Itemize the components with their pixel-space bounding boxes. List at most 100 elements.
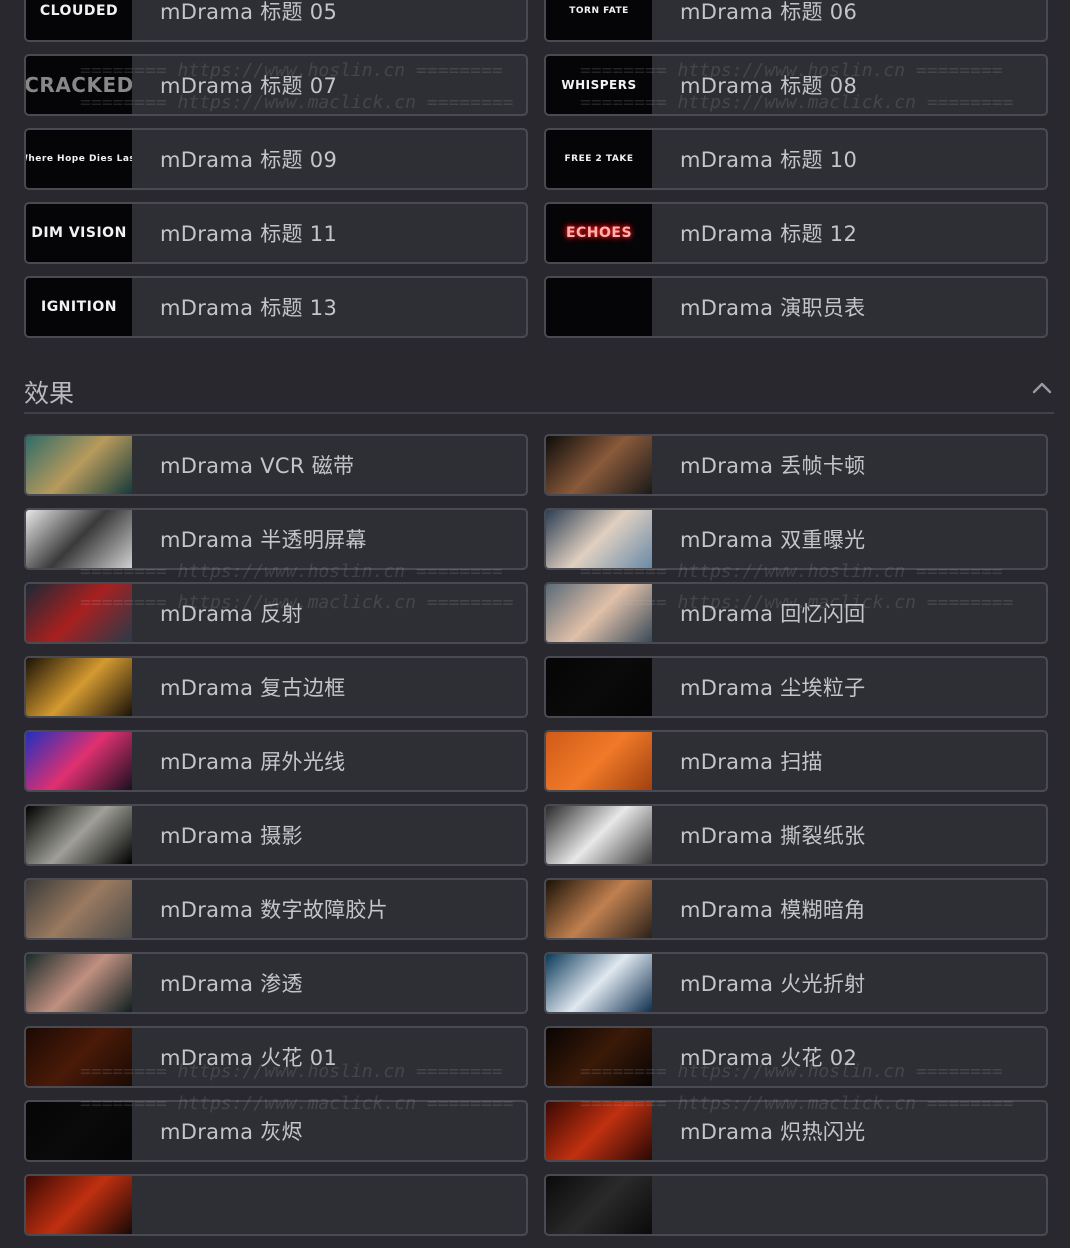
title-card[interactable]: TORN FATE mDrama 标题 06 bbox=[544, 0, 1048, 42]
effect-thumbnail bbox=[26, 584, 132, 642]
title-thumbnail: FREE 2 TAKE bbox=[546, 130, 652, 188]
effect-label: mDrama 炽热闪光 bbox=[680, 1120, 866, 1144]
title-card[interactable]: mDrama 演职员表 bbox=[544, 276, 1048, 338]
thumbnail-title-text: WHISPERS bbox=[561, 78, 637, 92]
title-card[interactable]: WHISPERS mDrama 标题 08 bbox=[544, 54, 1048, 116]
chevron-up-icon[interactable] bbox=[1032, 380, 1052, 394]
effect-card[interactable]: mDrama 回忆闪回 bbox=[544, 582, 1048, 644]
effect-thumbnail bbox=[26, 954, 132, 1012]
title-card[interactable]: DIM VISION mDrama 标题 11 bbox=[24, 202, 528, 264]
effect-row: mDrama 数字故障胶片 mDrama 模糊暗角 bbox=[24, 878, 1048, 940]
effect-card[interactable]: mDrama 火花 01 bbox=[24, 1026, 528, 1088]
title-card[interactable]: Where Hope Dies Last mDrama 标题 09 bbox=[24, 128, 528, 190]
thumbnail-title-text: FREE 2 TAKE bbox=[564, 154, 634, 164]
title-label: mDrama 标题 09 bbox=[160, 148, 338, 172]
effect-card[interactable]: mDrama 双重曝光 bbox=[544, 508, 1048, 570]
effect-card[interactable]: mDrama 渗透 bbox=[24, 952, 528, 1014]
title-label: mDrama 标题 05 bbox=[160, 0, 338, 24]
effect-thumbnail bbox=[26, 658, 132, 716]
effect-row: mDrama 复古边框 mDrama 尘埃粒子 bbox=[24, 656, 1048, 718]
effects-grid: mDrama VCR 磁带 mDrama 丢帧卡顿 mDrama 半透明屏幕 mDra… bbox=[24, 434, 1048, 1248]
title-label: mDrama 标题 11 bbox=[160, 222, 338, 246]
effect-card[interactable]: mDrama 复古边框 bbox=[24, 656, 528, 718]
effect-label: mDrama 模糊暗角 bbox=[680, 898, 866, 922]
effect-card[interactable] bbox=[24, 1174, 528, 1236]
title-label: mDrama 标题 06 bbox=[680, 0, 858, 24]
effect-card[interactable]: mDrama 扫描 bbox=[544, 730, 1048, 792]
effect-thumbnail bbox=[546, 584, 652, 642]
effect-label: mDrama 撕裂纸张 bbox=[680, 824, 866, 848]
effect-card[interactable]: mDrama 撕裂纸张 bbox=[544, 804, 1048, 866]
effect-label: mDrama 火花 01 bbox=[160, 1046, 338, 1070]
effect-label: mDrama 双重曝光 bbox=[680, 528, 866, 552]
effect-card[interactable]: mDrama 反射 bbox=[24, 582, 528, 644]
title-thumbnail: CLOUDED bbox=[26, 0, 132, 40]
effect-row: mDrama 摄影 mDrama 撕裂纸张 bbox=[24, 804, 1048, 866]
effect-thumbnail bbox=[546, 658, 652, 716]
title-row: Where Hope Dies Last mDrama 标题 09 FREE 2 T… bbox=[24, 128, 1048, 190]
effect-card[interactable] bbox=[544, 1174, 1048, 1236]
effect-card[interactable]: mDrama 灰烬 bbox=[24, 1100, 528, 1162]
effect-thumbnail bbox=[546, 1176, 652, 1234]
title-card[interactable]: FREE 2 TAKE mDrama 标题 10 bbox=[544, 128, 1048, 190]
effect-label: mDrama 尘埃粒子 bbox=[680, 676, 866, 700]
thumbnail-title-text: TORN FATE bbox=[569, 6, 629, 16]
effect-thumbnail bbox=[26, 1102, 132, 1160]
effect-row: mDrama 渗透 mDrama 火光折射 bbox=[24, 952, 1048, 1014]
effect-thumbnail bbox=[26, 806, 132, 864]
effect-label: mDrama 火光折射 bbox=[680, 972, 866, 996]
effect-card[interactable]: mDrama 炽热闪光 bbox=[544, 1100, 1048, 1162]
title-card[interactable]: IGNITION mDrama 标题 13 bbox=[24, 276, 528, 338]
title-label: mDrama 标题 10 bbox=[680, 148, 858, 172]
effect-card[interactable]: mDrama 火花 02 bbox=[544, 1026, 1048, 1088]
effect-card[interactable]: mDrama VCR 磁带 bbox=[24, 434, 528, 496]
effect-row: mDrama 反射 mDrama 回忆闪回 bbox=[24, 582, 1048, 644]
effect-card[interactable]: mDrama 尘埃粒子 bbox=[544, 656, 1048, 718]
thumbnail-title-text: CRACKED bbox=[26, 73, 132, 97]
section-title: 效果 bbox=[24, 379, 75, 408]
effect-thumbnail bbox=[546, 1028, 652, 1086]
title-label: mDrama 演职员表 bbox=[680, 296, 866, 320]
effect-label: mDrama 摄影 bbox=[160, 824, 303, 848]
effect-label: mDrama 复古边框 bbox=[160, 676, 346, 700]
effects-section-header[interactable]: 效果 bbox=[24, 368, 1054, 414]
title-thumbnail: CRACKED bbox=[26, 56, 132, 114]
effect-card[interactable]: mDrama 火光折射 bbox=[544, 952, 1048, 1014]
effect-card[interactable]: mDrama 模糊暗角 bbox=[544, 878, 1048, 940]
effect-thumbnail bbox=[26, 1176, 132, 1234]
effect-card[interactable]: mDrama 数字故障胶片 bbox=[24, 878, 528, 940]
effect-thumbnail bbox=[26, 436, 132, 494]
effect-label: mDrama 灰烬 bbox=[160, 1120, 303, 1144]
thumbnail-title-text: DIM VISION bbox=[31, 225, 127, 241]
effect-row: mDrama 火花 01 mDrama 火花 02 bbox=[24, 1026, 1048, 1088]
effect-card[interactable]: mDrama 摄影 bbox=[24, 804, 528, 866]
effect-label: mDrama 扫描 bbox=[680, 750, 823, 774]
title-card[interactable]: CRACKED mDrama 标题 07 bbox=[24, 54, 528, 116]
title-card[interactable]: ECHOES mDrama 标题 12 bbox=[544, 202, 1048, 264]
title-thumbnail: IGNITION bbox=[26, 278, 132, 336]
thumbnail-title-text: ECHOES bbox=[565, 225, 633, 241]
effect-thumbnail bbox=[26, 880, 132, 938]
title-card[interactable]: CLOUDED mDrama 标题 05 bbox=[24, 0, 528, 42]
title-label: mDrama 标题 07 bbox=[160, 74, 338, 98]
title-templates-grid: CLOUDED mDrama 标题 05 TORN FATE mDrama 标题 06… bbox=[24, 0, 1048, 350]
effect-card[interactable]: mDrama 丢帧卡顿 bbox=[544, 434, 1048, 496]
effect-thumbnail bbox=[546, 510, 652, 568]
effect-label: mDrama 屏外光线 bbox=[160, 750, 346, 774]
title-label: mDrama 标题 13 bbox=[160, 296, 338, 320]
effect-thumbnail bbox=[546, 1102, 652, 1160]
effect-row: mDrama 半透明屏幕 mDrama 双重曝光 bbox=[24, 508, 1048, 570]
title-thumbnail: DIM VISION bbox=[26, 204, 132, 262]
effect-label: mDrama 反射 bbox=[160, 602, 303, 626]
title-thumbnail: Where Hope Dies Last bbox=[26, 130, 132, 188]
effect-row: mDrama VCR 磁带 mDrama 丢帧卡顿 bbox=[24, 434, 1048, 496]
title-thumbnail: WHISPERS bbox=[546, 56, 652, 114]
effect-card[interactable]: mDrama 屏外光线 bbox=[24, 730, 528, 792]
effect-card[interactable]: mDrama 半透明屏幕 bbox=[24, 508, 528, 570]
effect-thumbnail bbox=[546, 880, 652, 938]
effect-row: mDrama 屏外光线 mDrama 扫描 bbox=[24, 730, 1048, 792]
effect-label: mDrama 半透明屏幕 bbox=[160, 528, 367, 552]
effect-thumbnail bbox=[26, 510, 132, 568]
title-row: CRACKED mDrama 标题 07 WHISPERS mDrama 标题 08 bbox=[24, 54, 1048, 116]
title-thumbnail bbox=[546, 278, 652, 336]
